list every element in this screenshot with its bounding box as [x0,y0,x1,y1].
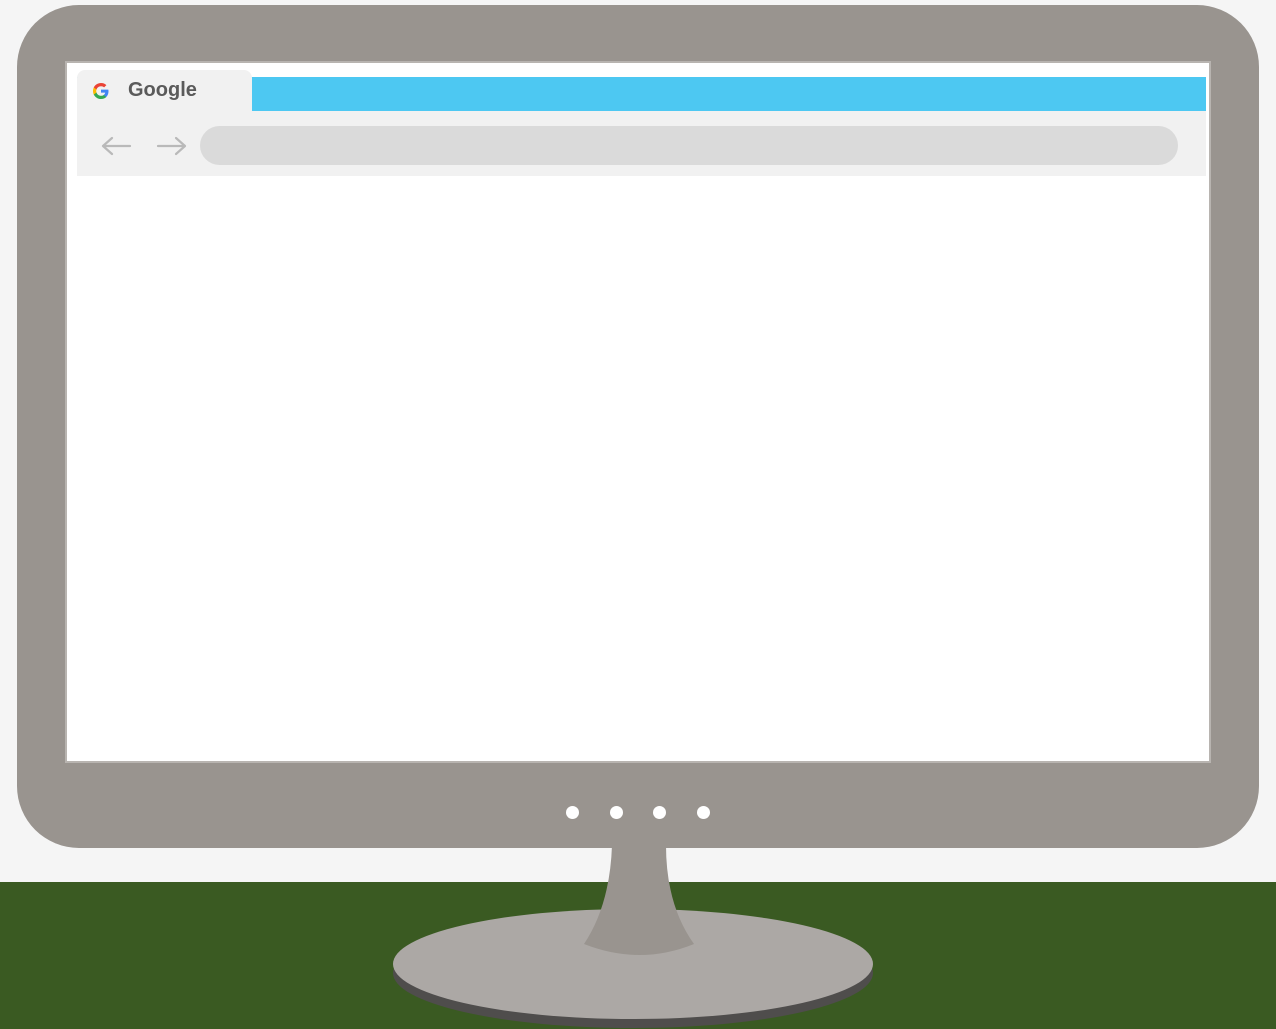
forward-button[interactable] [154,132,190,160]
arrow-right-icon [156,136,187,156]
browser-page-content [77,176,1206,761]
address-bar[interactable] [200,126,1178,165]
monitor-stand-base [393,909,873,1019]
browser-tab[interactable]: Google [77,70,252,111]
google-g-icon [92,82,110,100]
indicator-light-1 [566,806,579,819]
back-button[interactable] [98,132,134,160]
tab-title: Google [128,79,197,101]
indicator-light-4 [697,806,710,819]
indicator-light-3 [653,806,666,819]
arrow-left-icon [101,136,132,156]
indicator-light-2 [610,806,623,819]
